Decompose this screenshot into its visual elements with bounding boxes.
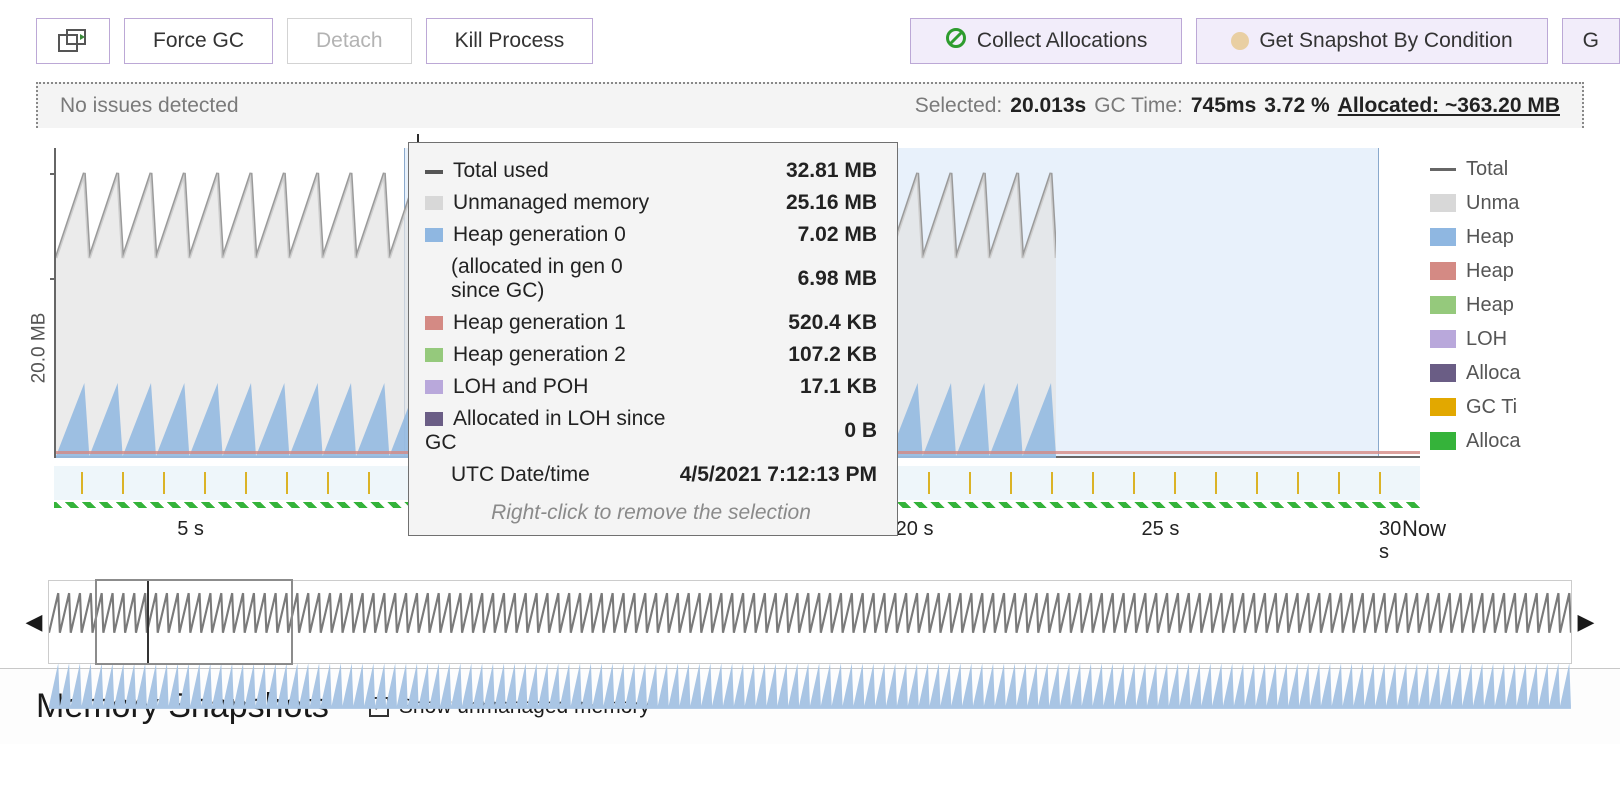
force-gc-button[interactable]: Force GC xyxy=(124,18,273,64)
overview-track[interactable] xyxy=(48,580,1572,664)
legend-item[interactable]: Unma xyxy=(1430,186,1620,220)
gc-time-value: 745ms xyxy=(1191,94,1256,118)
legend-item[interactable]: Heap xyxy=(1430,254,1620,288)
detach-button[interactable]: Detach xyxy=(287,18,412,64)
collect-allocations-label: Collect Allocations xyxy=(977,29,1147,53)
chart-tooltip: Total used32.81 MBUnmanaged memory25.16 … xyxy=(408,142,898,536)
chart-legend: TotalUnmaHeapHeapHeapLOHAllocaGC TiAlloc… xyxy=(1430,152,1620,458)
legend-item[interactable]: Alloca xyxy=(1430,424,1620,458)
toolbar: Force GC Detach Kill Process Collect All… xyxy=(0,0,1620,82)
selected-value: 20.013s xyxy=(1010,94,1086,118)
legend-item[interactable]: LOH xyxy=(1430,322,1620,356)
overview-next-button[interactable]: ▶ xyxy=(1572,609,1600,635)
snapshot-by-condition-button[interactable]: Get Snapshot By Condition xyxy=(1196,18,1547,64)
legend-item[interactable]: Heap xyxy=(1430,288,1620,322)
legend-item[interactable]: GC Ti xyxy=(1430,390,1620,424)
issues-status: No issues detected xyxy=(60,94,907,118)
new-window-button[interactable] xyxy=(36,18,110,64)
extra-button[interactable]: G xyxy=(1562,18,1620,64)
overview-strip: ◀ ▶ xyxy=(20,576,1600,668)
memory-chart[interactable]: 20.0 MB xyxy=(8,128,1620,568)
y-axis-label: 20.0 MB xyxy=(28,313,50,384)
overview-window[interactable] xyxy=(95,579,293,665)
gc-time-label: GC Time: xyxy=(1094,94,1183,118)
legend-item[interactable]: Total xyxy=(1430,152,1620,186)
collect-allocations-button[interactable]: Collect Allocations xyxy=(910,18,1182,64)
x-tick: 30 s xyxy=(1379,518,1406,564)
circle-icon xyxy=(1231,32,1249,50)
snapshot-condition-label: Get Snapshot By Condition xyxy=(1259,29,1512,53)
legend-item[interactable]: Alloca xyxy=(1430,356,1620,390)
tooltip-hint: Right-click to remove the selection xyxy=(423,501,879,525)
legend-item[interactable]: Heap xyxy=(1430,220,1620,254)
kill-process-button[interactable]: Kill Process xyxy=(426,18,594,64)
x-tick: 5 s xyxy=(177,518,204,541)
new-window-icon xyxy=(58,29,88,53)
prohibit-icon xyxy=(945,27,967,55)
x-tick: 20 s xyxy=(896,518,934,541)
status-bar: No issues detected Selected: 20.013s GC … xyxy=(36,82,1584,128)
selected-label: Selected: xyxy=(915,94,1003,118)
x-tick: 25 s xyxy=(1142,518,1180,541)
overview-prev-button[interactable]: ◀ xyxy=(20,609,48,635)
gc-time-pct: 3.72 % xyxy=(1264,94,1329,118)
allocated-link[interactable]: Allocated: ~363.20 MB xyxy=(1338,94,1560,118)
now-label: Now xyxy=(1402,516,1446,542)
